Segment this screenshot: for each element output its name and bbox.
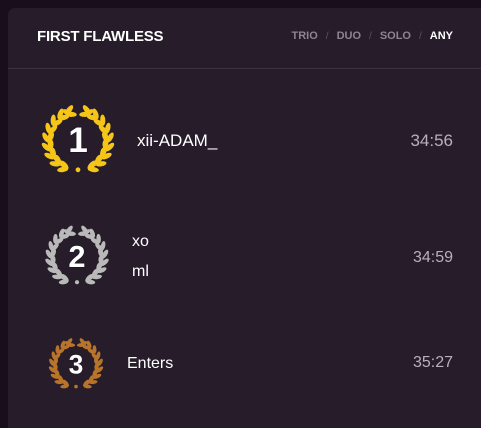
mode-filter-tabs: TRIO / DUO / SOLO / ANY: [292, 30, 453, 42]
leaderboard-row-3[interactable]: 3 Enters 35:27: [8, 334, 481, 400]
clear-time: 34:56: [410, 131, 453, 150]
card-title: FIRST FLAWLESS: [37, 28, 164, 45]
filter-separator: /: [418, 30, 422, 42]
player-name[interactable]: Enters: [127, 355, 173, 373]
filter-separator: /: [369, 30, 372, 42]
gold-laurel-icon: 1: [37, 101, 119, 181]
leaderboard-card: FIRST FLAWLESS TRIO / DUO / SOLO / ANY 1…: [8, 8, 481, 428]
player-name[interactable]: xo: [132, 233, 149, 251]
leaderboard-row-2[interactable]: 2 xo ml 34:59: [8, 216, 481, 298]
filter-solo[interactable]: SOLO: [380, 30, 411, 42]
rank-number: 2: [68, 239, 85, 274]
rank-number: 1: [68, 121, 88, 160]
filter-separator: /: [325, 30, 329, 42]
player-name[interactable]: xii-ADAM_: [137, 131, 217, 151]
clear-time: 35:27: [412, 354, 453, 371]
clear-time: 34:59: [412, 249, 453, 266]
leaderboard-row-1[interactable]: 1 xii-ADAM_ 34:56: [8, 98, 481, 182]
silver-laurel-icon: 2: [41, 222, 113, 292]
filter-trio[interactable]: TRIO: [292, 30, 318, 42]
rank-number: 3: [69, 349, 84, 379]
bronze-laurel-icon: 3: [45, 335, 107, 395]
card-header: FIRST FLAWLESS TRIO / DUO / SOLO / ANY: [8, 8, 481, 69]
player-name[interactable]: ml: [132, 263, 149, 281]
filter-duo[interactable]: DUO: [337, 30, 361, 42]
filter-any[interactable]: ANY: [430, 30, 453, 42]
